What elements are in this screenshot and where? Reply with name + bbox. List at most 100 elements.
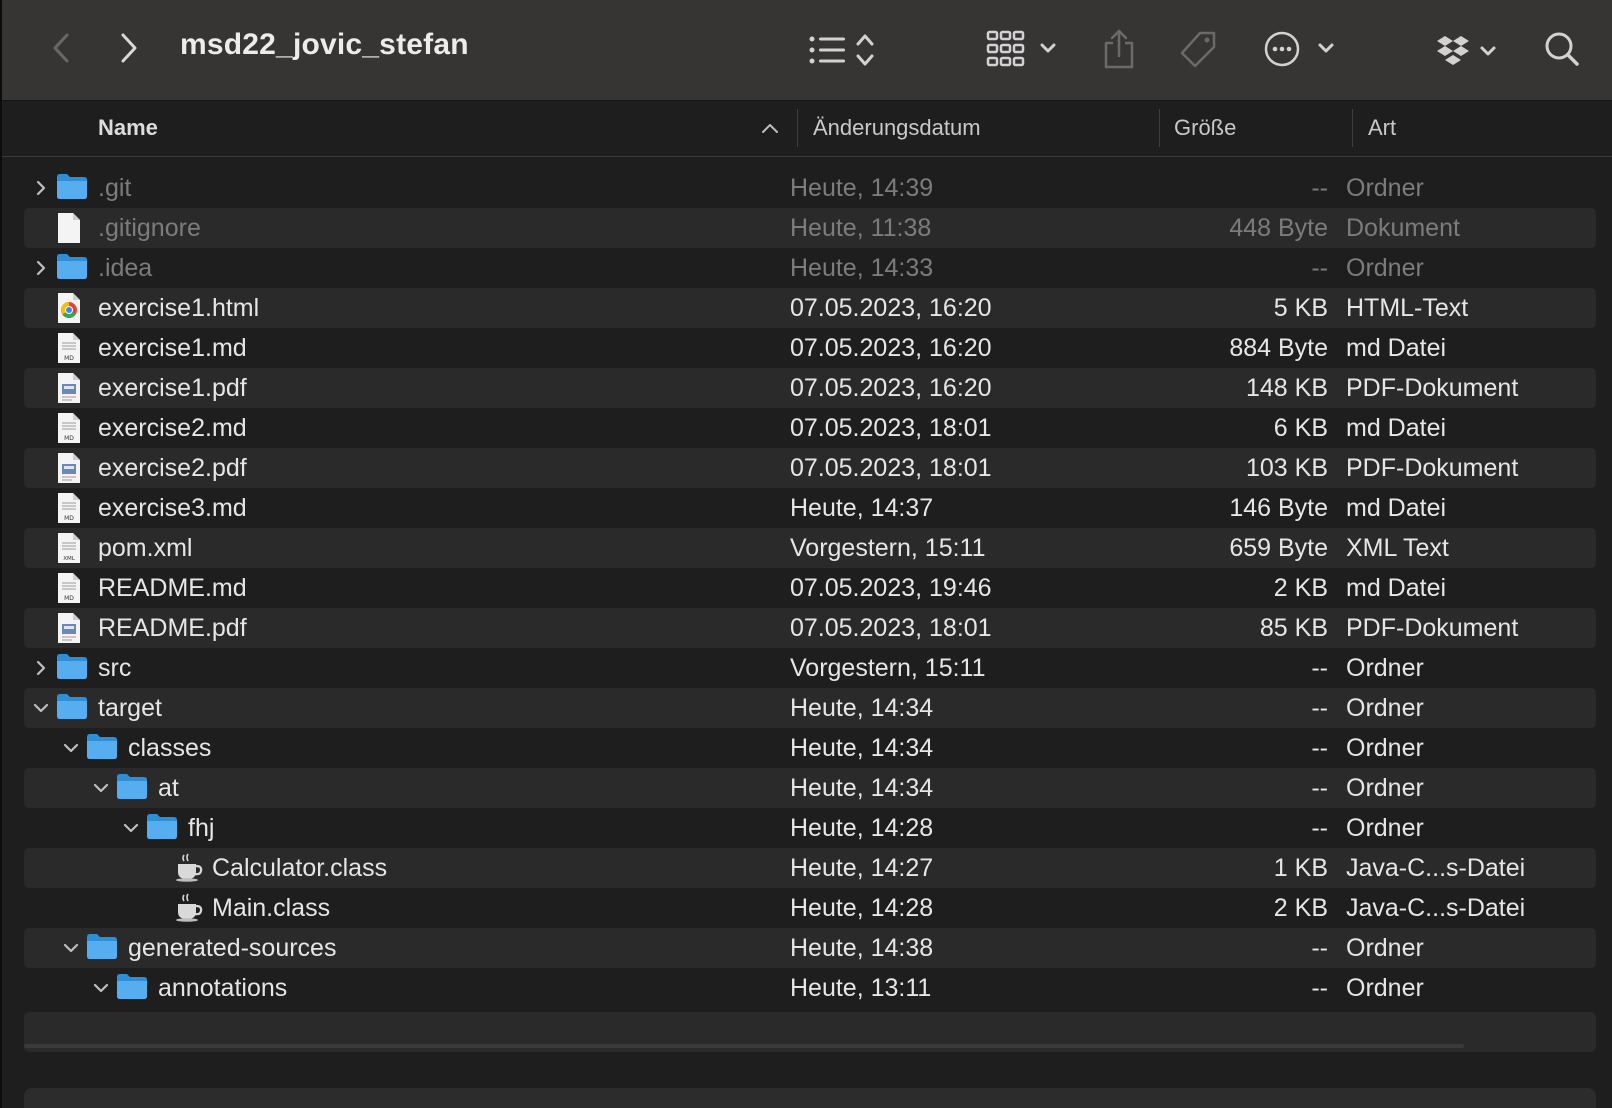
column-header-kind[interactable]: Art — [1368, 115, 1396, 141]
file-name: target — [98, 694, 162, 722]
tag-icon[interactable] — [1176, 28, 1220, 72]
file-size: 103 KB — [1245, 454, 1328, 482]
share-icon[interactable] — [1100, 26, 1138, 72]
folder-row[interactable]: generated-sources Heute, 14:38 -- Ordner — [24, 928, 1596, 968]
file-size: -- — [1311, 654, 1328, 682]
folder-row[interactable]: target Heute, 14:34 -- Ordner — [24, 688, 1596, 728]
folder-row[interactable]: classes Heute, 14:34 -- Ordner — [24, 728, 1596, 768]
modified-date: Heute, 14:27 — [790, 854, 934, 882]
file-row[interactable]: README.pdf 07.05.2023, 18:01 85 KB PDF-Doku… — [24, 608, 1596, 648]
folder-row[interactable]: annotations Heute, 13:11 -- Ordner — [24, 968, 1596, 1008]
document-icon — [56, 212, 82, 249]
file-row[interactable]: MD exercise1.md 07.05.2023, 16:20 884 Byte m… — [24, 328, 1596, 368]
file-row[interactable]: exercise2.pdf 07.05.2023, 18:01 103 KB PDF-… — [24, 448, 1596, 488]
column-header-name[interactable]: Name — [98, 115, 158, 141]
pdf-file-icon — [56, 372, 82, 409]
column-divider[interactable] — [1159, 109, 1160, 147]
file-name: README.pdf — [98, 614, 247, 642]
chevron-right-icon[interactable] — [32, 659, 50, 677]
modified-date: Heute, 14:28 — [790, 894, 934, 922]
file-kind: Ordner — [1346, 734, 1424, 762]
file-row[interactable]: .gitignore Heute, 11:38 448 Byte Dokument — [24, 208, 1596, 248]
folder-row[interactable]: fhj Heute, 14:28 -- Ordner — [24, 808, 1596, 848]
file-size: 2 KB — [1273, 574, 1328, 602]
file-name: .idea — [98, 254, 153, 282]
file-kind: md Datei — [1346, 414, 1447, 442]
file-row[interactable]: MD exercise3.md Heute, 14:37 146 Byte md Dat… — [24, 488, 1596, 528]
file-name: fhj — [188, 814, 215, 842]
file-row[interactable]: XML pom.xml Vorgestern, 15:11 659 Byte XML T… — [24, 528, 1596, 568]
file-name: README.md — [98, 574, 247, 602]
file-name: .gitignore — [98, 214, 201, 242]
more-icon[interactable] — [1264, 28, 1340, 70]
pdf-file-icon — [56, 452, 82, 489]
column-divider[interactable] — [1352, 109, 1353, 147]
chevron-down-icon[interactable] — [92, 979, 110, 997]
column-divider[interactable] — [797, 109, 798, 147]
file-name: exercise2.pdf — [98, 454, 247, 482]
file-kind: Ordner — [1346, 654, 1424, 682]
file-row[interactable]: MD README.md 07.05.2023, 19:46 2 KB md Datei — [24, 568, 1596, 608]
file-size: 659 Byte — [1229, 534, 1328, 562]
markdown-file-icon: MD — [56, 492, 82, 529]
folder-icon — [146, 812, 178, 845]
modified-date: Heute, 13:11 — [790, 974, 932, 1002]
file-kind: Java-C...s-Datei — [1346, 854, 1526, 882]
back-icon[interactable] — [46, 30, 76, 66]
file-kind: Ordner — [1346, 774, 1424, 802]
column-header-size[interactable]: Größe — [1174, 115, 1236, 141]
forward-icon[interactable] — [114, 30, 144, 66]
file-size: -- — [1311, 934, 1328, 962]
modified-date: 07.05.2023, 16:20 — [790, 374, 992, 402]
file-size: -- — [1311, 774, 1328, 802]
folder-row[interactable]: .idea Heute, 14:33 -- Ordner — [24, 248, 1596, 288]
column-header-date[interactable]: Änderungsdatum — [813, 115, 981, 141]
modified-date: Heute, 14:28 — [790, 814, 934, 842]
column-header: Name Änderungsdatum Größe Art — [2, 101, 1612, 157]
sort-ascending-icon[interactable] — [761, 121, 779, 139]
file-name: pom.xml — [98, 534, 193, 562]
file-row[interactable]: Calculator.class Heute, 14:27 1 KB Java-C..… — [24, 848, 1596, 888]
markdown-file-icon: MD — [56, 332, 82, 369]
chevron-down-icon[interactable] — [122, 819, 140, 837]
folder-row[interactable]: .git Heute, 14:39 -- Ordner — [24, 168, 1596, 208]
modified-date: Heute, 14:39 — [790, 174, 934, 202]
svg-text:XML: XML — [63, 556, 76, 562]
file-row[interactable]: Main.class Heute, 14:28 2 KB Java-C...s-Dat… — [24, 888, 1596, 928]
search-icon[interactable] — [1542, 28, 1582, 70]
file-kind: md Datei — [1346, 574, 1447, 602]
file-kind: PDF-Dokument — [1346, 454, 1519, 482]
file-size: 5 KB — [1273, 294, 1328, 322]
file-name: exercise3.md — [98, 494, 247, 522]
file-name: exercise1.md — [98, 334, 247, 362]
modified-date: Heute, 14:34 — [790, 734, 934, 762]
chevron-right-icon[interactable] — [32, 259, 50, 277]
chevron-down-icon[interactable] — [62, 739, 80, 757]
chevron-down-icon[interactable] — [62, 939, 80, 957]
list-view-icon[interactable] — [808, 30, 880, 70]
file-size: 85 KB — [1259, 614, 1328, 642]
folder-row[interactable]: src Vorgestern, 15:11 -- Ordner — [24, 648, 1596, 688]
folder-row[interactable]: at Heute, 14:34 -- Ordner — [24, 768, 1596, 808]
file-size: 6 KB — [1273, 414, 1328, 442]
file-row[interactable]: exercise1.html 07.05.2023, 16:20 5 KB HTML-… — [24, 288, 1596, 328]
chevron-down-icon[interactable] — [92, 779, 110, 797]
file-kind: Ordner — [1346, 254, 1424, 282]
file-row[interactable]: exercise1.pdf 07.05.2023, 16:20 148 KB PDF-… — [24, 368, 1596, 408]
modified-date: 07.05.2023, 19:46 — [790, 574, 992, 602]
modified-date: Heute, 14:38 — [790, 934, 934, 962]
file-row[interactable]: MD exercise2.md 07.05.2023, 18:01 6 KB md Da… — [24, 408, 1596, 448]
modified-date: 07.05.2023, 16:20 — [790, 334, 992, 362]
grid-view-icon[interactable] — [986, 28, 1060, 70]
java-class-file-icon — [174, 892, 204, 927]
file-size: -- — [1311, 254, 1328, 282]
file-kind: Ordner — [1346, 814, 1424, 842]
file-name: exercise1.pdf — [98, 374, 247, 402]
dropbox-icon[interactable] — [1436, 30, 1504, 70]
chevron-down-icon[interactable] — [32, 699, 50, 717]
file-name: generated-sources — [128, 934, 337, 962]
chevron-right-icon[interactable] — [32, 179, 50, 197]
horizontal-scrollbar[interactable] — [24, 1044, 1464, 1048]
modified-date: Heute, 14:34 — [790, 774, 934, 802]
file-size: -- — [1311, 694, 1328, 722]
